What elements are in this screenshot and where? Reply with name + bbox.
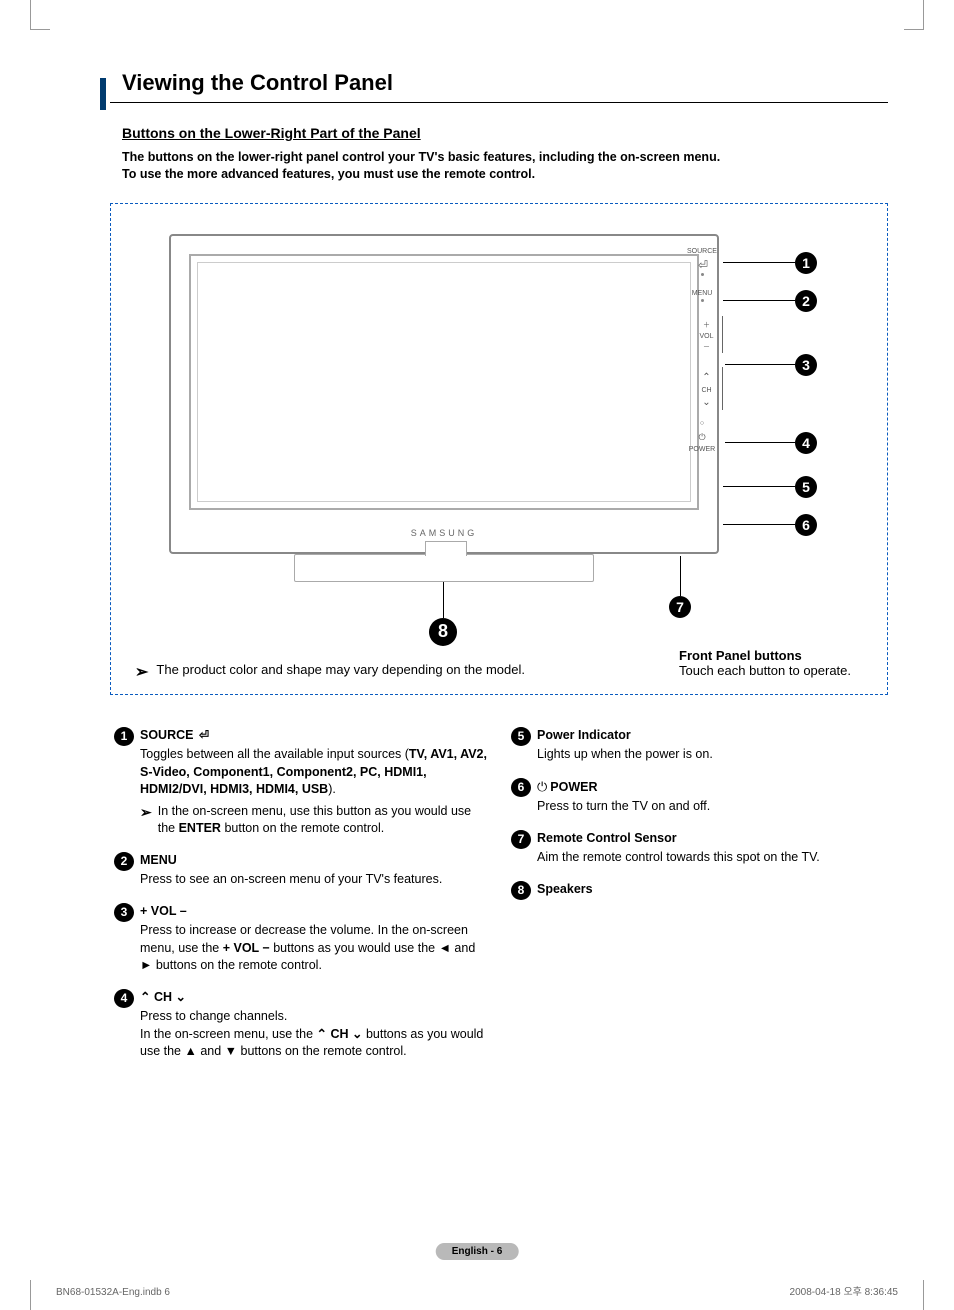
page-title: Viewing the Control Panel xyxy=(110,70,888,103)
callout-2: 2 xyxy=(723,290,817,312)
diagram-box: SAMSUNG SOURCE MENU ＋ VOL － ⌃ xyxy=(110,203,888,695)
callout-5: 5 xyxy=(723,476,817,498)
side-label-vol: VOL xyxy=(693,333,720,340)
callout-7: 7 xyxy=(669,556,691,618)
item-number: 2 xyxy=(114,852,134,871)
item-title: Power Indicator xyxy=(537,728,631,742)
item-title: Remote Control Sensor xyxy=(537,831,677,845)
desc-item-1: 1 SOURCE Toggles between all the availab… xyxy=(114,727,487,838)
note-arrow-icon: ➢ xyxy=(140,803,158,838)
heading-accent xyxy=(100,78,106,110)
item-text: Press to change channels. In the on-scre… xyxy=(140,1008,487,1061)
item-number: 6 xyxy=(511,778,531,797)
callout-1: 1 xyxy=(723,252,817,274)
item-subnote: ➢ In the on-screen menu, use this button… xyxy=(140,803,487,838)
footer-timestamp: 2008-04-18 오후 8:36:45 xyxy=(790,1283,898,1298)
callout-badge: 7 xyxy=(669,596,691,618)
item-text: Press to turn the TV on and off. xyxy=(537,798,884,816)
item-text: Press to see an on-screen menu of your T… xyxy=(140,871,487,889)
dot-icon xyxy=(701,273,704,276)
page-number-badge: English - 6 xyxy=(436,1243,519,1260)
right-column: 5 Power Indicator Lights up when the pow… xyxy=(511,727,884,1075)
desc-item-8: 8 Speakers xyxy=(511,881,884,900)
front-panel-note: Front Panel buttons Touch each button to… xyxy=(679,648,869,678)
crop-mark xyxy=(904,1280,924,1310)
left-column: 1 SOURCE Toggles between all the availab… xyxy=(114,727,487,1075)
front-panel-title: Front Panel buttons xyxy=(679,648,869,663)
chevron-down-icon: ⌄ xyxy=(352,1027,362,1041)
item-text: Toggles between all the available input … xyxy=(140,746,487,799)
item-number: 1 xyxy=(114,727,134,746)
desc-item-7: 7 Remote Control Sensor Aim the remote c… xyxy=(511,830,884,867)
desc-item-5: 5 Power Indicator Lights up when the pow… xyxy=(511,727,884,764)
side-label-power: POWER xyxy=(685,446,719,453)
callout-badge: 6 xyxy=(795,514,817,536)
item-title: Speakers xyxy=(537,882,593,896)
intro-line-1: The buttons on the lower-right panel con… xyxy=(122,150,720,164)
desc-item-2: 2 MENU Press to see an on-screen menu of… xyxy=(114,852,487,889)
note-arrow-icon: ➢ xyxy=(135,662,156,682)
callout-badge: 4 xyxy=(795,432,817,454)
enter-icon xyxy=(685,259,719,271)
callout-8: 8 xyxy=(429,582,457,646)
tv-stand xyxy=(294,554,594,582)
callout-badge: 3 xyxy=(795,354,817,376)
crop-mark xyxy=(30,0,50,30)
front-panel-text: Touch each button to operate. xyxy=(679,663,851,678)
intro-line-2: To use the more advanced features, you m… xyxy=(122,167,535,181)
item-title: MENU xyxy=(140,853,177,867)
crop-mark xyxy=(904,0,924,30)
intro-text: The buttons on the lower-right panel con… xyxy=(110,149,888,183)
crop-mark xyxy=(30,1280,50,1310)
tv-body: SAMSUNG xyxy=(169,234,719,554)
item-title: POWER xyxy=(537,780,598,794)
footer-filename: BN68-01532A-Eng.indb 6 xyxy=(56,1287,170,1298)
chevron-down-icon: ⌄ xyxy=(175,990,185,1004)
chevron-up-icon: ⌃ xyxy=(693,373,720,383)
item-number: 3 xyxy=(114,903,134,922)
callout-badge: 8 xyxy=(429,618,457,646)
chevron-up-icon: ⌃ xyxy=(317,1027,327,1041)
power-icon: ⏻ xyxy=(685,433,719,442)
item-number: 7 xyxy=(511,830,531,849)
item-title: ⌃ CH ⌄ xyxy=(140,990,186,1004)
item-number: 8 xyxy=(511,881,531,900)
callout-4: 4 xyxy=(725,432,817,454)
desc-item-4: 4 ⌃ CH ⌄ Press to change channels. In th… xyxy=(114,989,487,1061)
chevron-down-icon: ⌄ xyxy=(693,398,720,408)
callout-6: 6 xyxy=(723,514,817,536)
section-subtitle: Buttons on the Lower-Right Part of the P… xyxy=(110,125,888,141)
item-title: + VOL – xyxy=(140,904,187,918)
tv-side-panel: SOURCE MENU ＋ VOL － ⌃ CH ⌄ ○ xyxy=(685,244,719,453)
content-area: Viewing the Control Panel Buttons on the… xyxy=(110,70,888,1075)
manual-page: Viewing the Control Panel Buttons on the… xyxy=(0,0,954,1310)
desc-item-6: 6 POWER Press to turn the TV on and off. xyxy=(511,778,884,816)
side-label-source: SOURCE xyxy=(685,248,719,255)
item-number: 5 xyxy=(511,727,531,746)
chevron-up-icon: ⌃ xyxy=(140,990,150,1004)
plus-icon: ＋ xyxy=(693,322,720,329)
minus-icon: － xyxy=(693,344,720,351)
side-label-ch: CH xyxy=(693,387,720,394)
side-label-menu: MENU xyxy=(685,290,719,297)
tv-screen xyxy=(189,254,699,510)
item-text: Aim the remote control towards this spot… xyxy=(537,849,884,867)
description-columns: 1 SOURCE Toggles between all the availab… xyxy=(110,727,888,1075)
diagram-note-text: The product color and shape may vary dep… xyxy=(156,662,525,677)
item-text: Press to increase or decrease the volume… xyxy=(140,922,487,975)
dot-icon xyxy=(701,299,704,302)
item-title: SOURCE xyxy=(140,728,209,742)
enter-icon xyxy=(197,728,209,742)
item-number: 4 xyxy=(114,989,134,1008)
callout-3: 3 xyxy=(725,354,817,376)
desc-item-3: 3 + VOL – Press to increase or decrease … xyxy=(114,903,487,975)
tv-brand-label: SAMSUNG xyxy=(411,528,478,538)
tv-diagram: SAMSUNG SOURCE MENU ＋ VOL － ⌃ xyxy=(129,224,869,644)
callout-badge: 1 xyxy=(795,252,817,274)
callout-badge: 2 xyxy=(795,290,817,312)
dot-icon: ○ xyxy=(685,420,719,427)
callout-badge: 5 xyxy=(795,476,817,498)
item-text: Lights up when the power is on. xyxy=(537,746,884,764)
